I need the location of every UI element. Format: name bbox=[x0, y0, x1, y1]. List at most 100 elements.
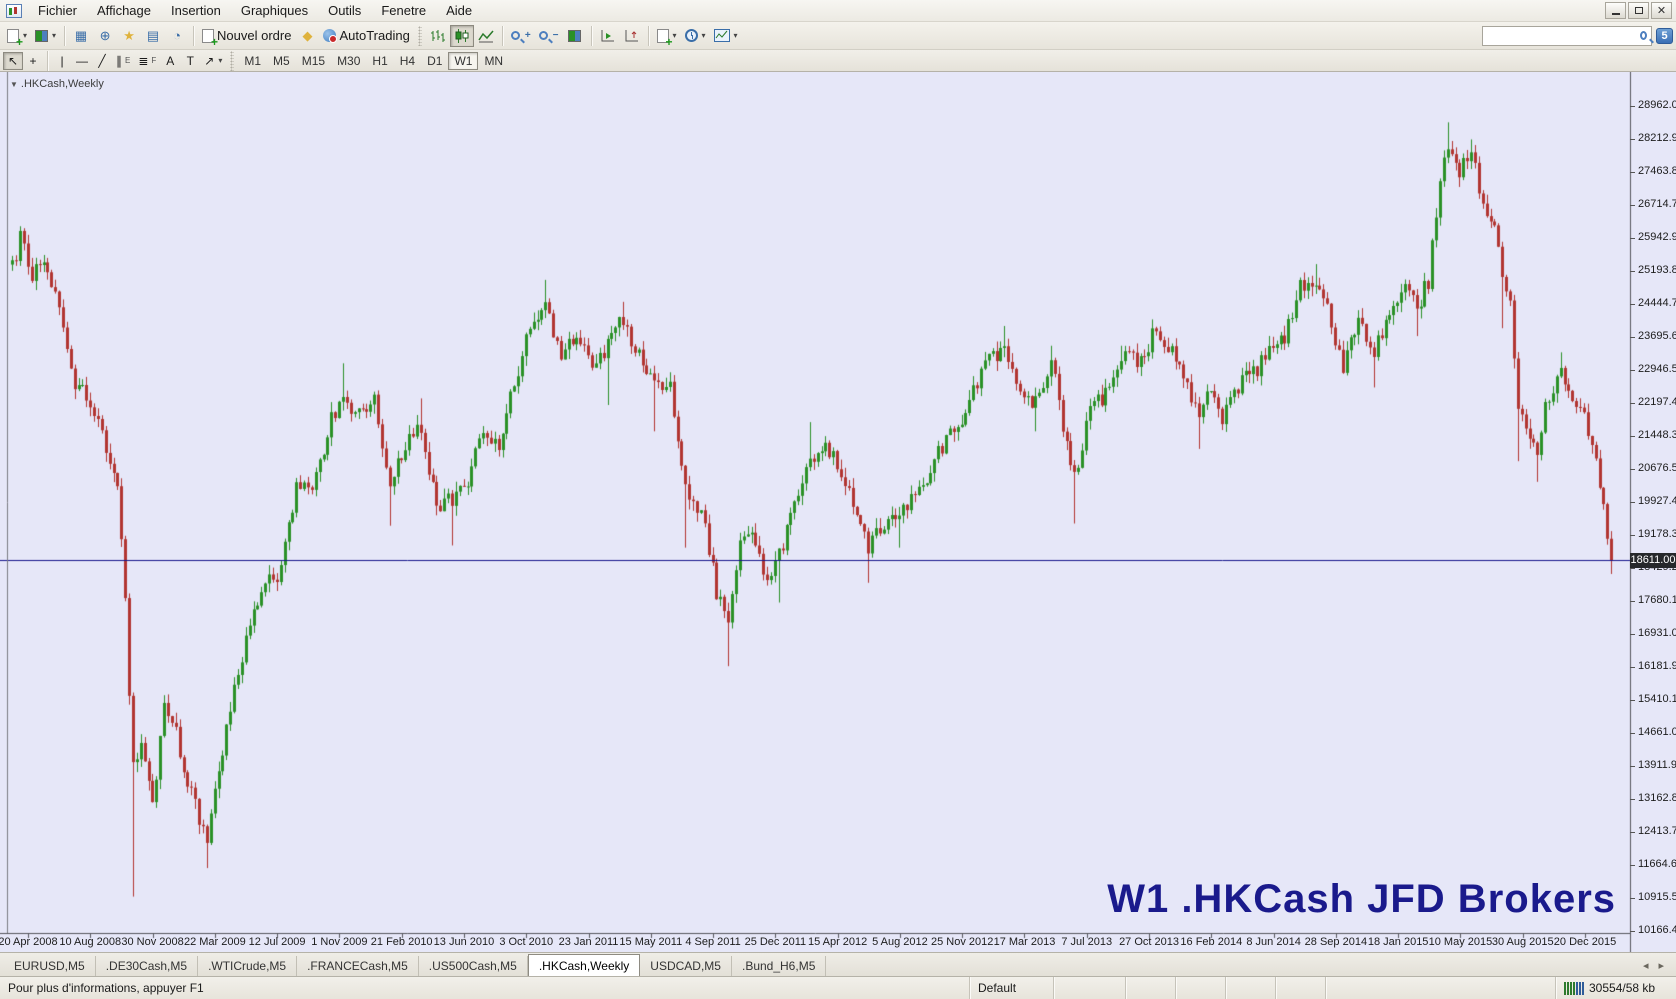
toolbar-grip[interactable] bbox=[230, 51, 234, 71]
search-icon[interactable] bbox=[1640, 31, 1647, 40]
equidistant-channel-button[interactable]: ∥E bbox=[112, 52, 134, 70]
auto-scroll-icon bbox=[600, 29, 615, 43]
minimize-icon bbox=[1612, 13, 1620, 15]
horizontal-line-button[interactable]: — bbox=[72, 52, 92, 70]
status-profile[interactable]: Default bbox=[969, 977, 1053, 999]
indicators-button[interactable]: ▾ bbox=[653, 25, 681, 47]
periods-button[interactable]: ▾ bbox=[681, 25, 710, 47]
tab-francecash-m5[interactable]: .FRANCECash,M5 bbox=[297, 956, 419, 976]
clock-icon bbox=[685, 29, 698, 42]
zoom-in-button[interactable]: + bbox=[507, 25, 535, 47]
close-button[interactable]: ✕ bbox=[1651, 2, 1672, 19]
arrows-tool-button[interactable]: ↗▾ bbox=[200, 52, 226, 70]
menu-insertion[interactable]: Insertion bbox=[161, 1, 231, 20]
connection-bars-icon bbox=[1564, 982, 1584, 995]
menu-aide[interactable]: Aide bbox=[436, 1, 482, 20]
profiles-button[interactable]: ▾ bbox=[31, 25, 60, 47]
plus-glyph: + bbox=[525, 30, 531, 41]
toolbar-grip[interactable] bbox=[418, 26, 422, 46]
timeframe-m1[interactable]: M1 bbox=[238, 52, 267, 70]
text-label-button[interactable]: T bbox=[180, 52, 200, 70]
price-tick-label: 24444.70 bbox=[1630, 297, 1676, 309]
tile-windows-icon bbox=[568, 30, 581, 42]
terminal-button[interactable]: ▤ bbox=[141, 25, 165, 47]
menu-affichage[interactable]: Affichage bbox=[87, 1, 161, 20]
timeframe-d1[interactable]: D1 bbox=[421, 52, 448, 70]
status-cell-empty bbox=[1275, 977, 1325, 999]
zoom-out-button[interactable]: − bbox=[535, 25, 563, 47]
autotrading-label: AutoTrading bbox=[339, 28, 409, 43]
fibonacci-icon: ≣ bbox=[138, 54, 148, 68]
current-price-tag: 18611.00 bbox=[1630, 553, 1676, 568]
menu-outils[interactable]: Outils bbox=[318, 1, 371, 20]
menu-fenetre[interactable]: Fenetre bbox=[371, 1, 436, 20]
tab-wticrude-m5[interactable]: .WTICrude,M5 bbox=[198, 956, 297, 976]
vertical-line-icon: | bbox=[60, 54, 63, 68]
timeframe-w1[interactable]: W1 bbox=[448, 52, 478, 70]
tab-hkcash-weekly[interactable]: .HKCash,Weekly bbox=[528, 954, 640, 976]
vertical-line-button[interactable]: | bbox=[52, 52, 72, 70]
text-tool-icon: A bbox=[166, 54, 174, 68]
menu-graphiques[interactable]: Graphiques bbox=[231, 1, 318, 20]
tester-icon: ◔ bbox=[173, 28, 181, 43]
minimize-button[interactable] bbox=[1605, 2, 1626, 19]
chevron-down-icon: ▾ bbox=[218, 56, 222, 65]
timeframe-mn[interactable]: MN bbox=[478, 52, 509, 70]
tab-eurusd-m5[interactable]: EURUSD,M5 bbox=[4, 956, 96, 976]
tile-windows-button[interactable] bbox=[563, 25, 587, 47]
timeframe-m15[interactable]: M15 bbox=[296, 52, 331, 70]
line-chart-button[interactable] bbox=[474, 25, 498, 47]
autotrading-button[interactable]: AutoTrading bbox=[319, 25, 413, 47]
community-badge[interactable]: 5 bbox=[1656, 28, 1673, 44]
tab-us500cash-m5[interactable]: .US500Cash,M5 bbox=[419, 956, 528, 976]
new-order-label: Nouvel ordre bbox=[217, 28, 291, 43]
templates-button[interactable]: ▾ bbox=[710, 25, 742, 47]
date-tick-label: 21 Feb 2010 bbox=[371, 936, 433, 948]
auto-scroll-button[interactable] bbox=[596, 25, 620, 47]
tab-scroll-left-icon[interactable]: ◂ bbox=[1643, 959, 1649, 972]
date-tick-label: 5 Aug 2012 bbox=[872, 936, 928, 948]
tab-scroll-right-icon[interactable]: ▸ bbox=[1658, 959, 1664, 972]
tab-bund-h6-m5[interactable]: .Bund_H6,M5 bbox=[732, 956, 826, 976]
profiles-icon bbox=[35, 30, 48, 42]
timeframe-h4[interactable]: H4 bbox=[394, 52, 421, 70]
price-tick-label: 25193.80 bbox=[1630, 264, 1676, 276]
tab-de30cash-m5[interactable]: .DE30Cash,M5 bbox=[96, 956, 198, 976]
date-tick-label: 25 Dec 2011 bbox=[745, 936, 807, 948]
timeframe-m30[interactable]: M30 bbox=[331, 52, 366, 70]
date-tick-label: 20 Dec 2015 bbox=[1554, 936, 1616, 948]
strategy-tester-button[interactable]: ◔ bbox=[165, 25, 189, 47]
crosshair-button[interactable]: + bbox=[23, 52, 43, 70]
tab-usdcad-m5[interactable]: USDCAD,M5 bbox=[640, 956, 732, 976]
price-tick-label: 17680.10 bbox=[1630, 594, 1676, 606]
navigator-button[interactable]: ★ bbox=[117, 25, 141, 47]
chart-symbol-label[interactable]: ▼.HKCash,Weekly bbox=[10, 78, 104, 90]
price-tick-label: 13162.80 bbox=[1630, 792, 1676, 804]
menu-fichier[interactable]: Fichier bbox=[28, 1, 87, 20]
data-window-button[interactable]: ⊕ bbox=[93, 25, 117, 47]
date-tick-label: 23 Jan 2011 bbox=[559, 936, 619, 948]
metaeditor-button[interactable]: ◆ bbox=[295, 25, 319, 47]
trendline-button[interactable]: ╱ bbox=[92, 52, 112, 70]
status-cell-empty bbox=[1053, 977, 1125, 999]
bar-chart-button[interactable] bbox=[426, 25, 450, 47]
new-order-button[interactable]: Nouvel ordre bbox=[198, 25, 295, 47]
date-tick-label: 3 Oct 2010 bbox=[499, 936, 553, 948]
fibonacci-button[interactable]: ≣F bbox=[134, 52, 160, 70]
date-axis[interactable]: 20 Apr 200810 Aug 200830 Nov 200822 Mar … bbox=[0, 936, 1630, 952]
candlestick-chart[interactable] bbox=[0, 72, 1676, 952]
timeframe-h1[interactable]: H1 bbox=[366, 52, 393, 70]
new-chart-button[interactable]: ▾ bbox=[3, 25, 31, 47]
price-axis[interactable]: 28962.0028212.9027463.8026714.7025942.90… bbox=[1630, 72, 1676, 933]
timeframe-m5[interactable]: M5 bbox=[267, 52, 296, 70]
text-tool-button[interactable]: A bbox=[160, 52, 180, 70]
restore-button[interactable] bbox=[1628, 2, 1649, 19]
chart-shift-button[interactable] bbox=[620, 25, 644, 47]
search-input[interactable] bbox=[1485, 28, 1640, 44]
cursor-button[interactable]: ↖ bbox=[3, 52, 23, 70]
date-tick-label: 15 Apr 2012 bbox=[808, 936, 867, 948]
candlestick-chart-button[interactable] bbox=[450, 25, 474, 47]
status-connection[interactable]: 30554/58 kb bbox=[1555, 977, 1676, 999]
market-watch-button[interactable]: ▦ bbox=[69, 25, 93, 47]
star-icon: ★ bbox=[123, 28, 135, 44]
